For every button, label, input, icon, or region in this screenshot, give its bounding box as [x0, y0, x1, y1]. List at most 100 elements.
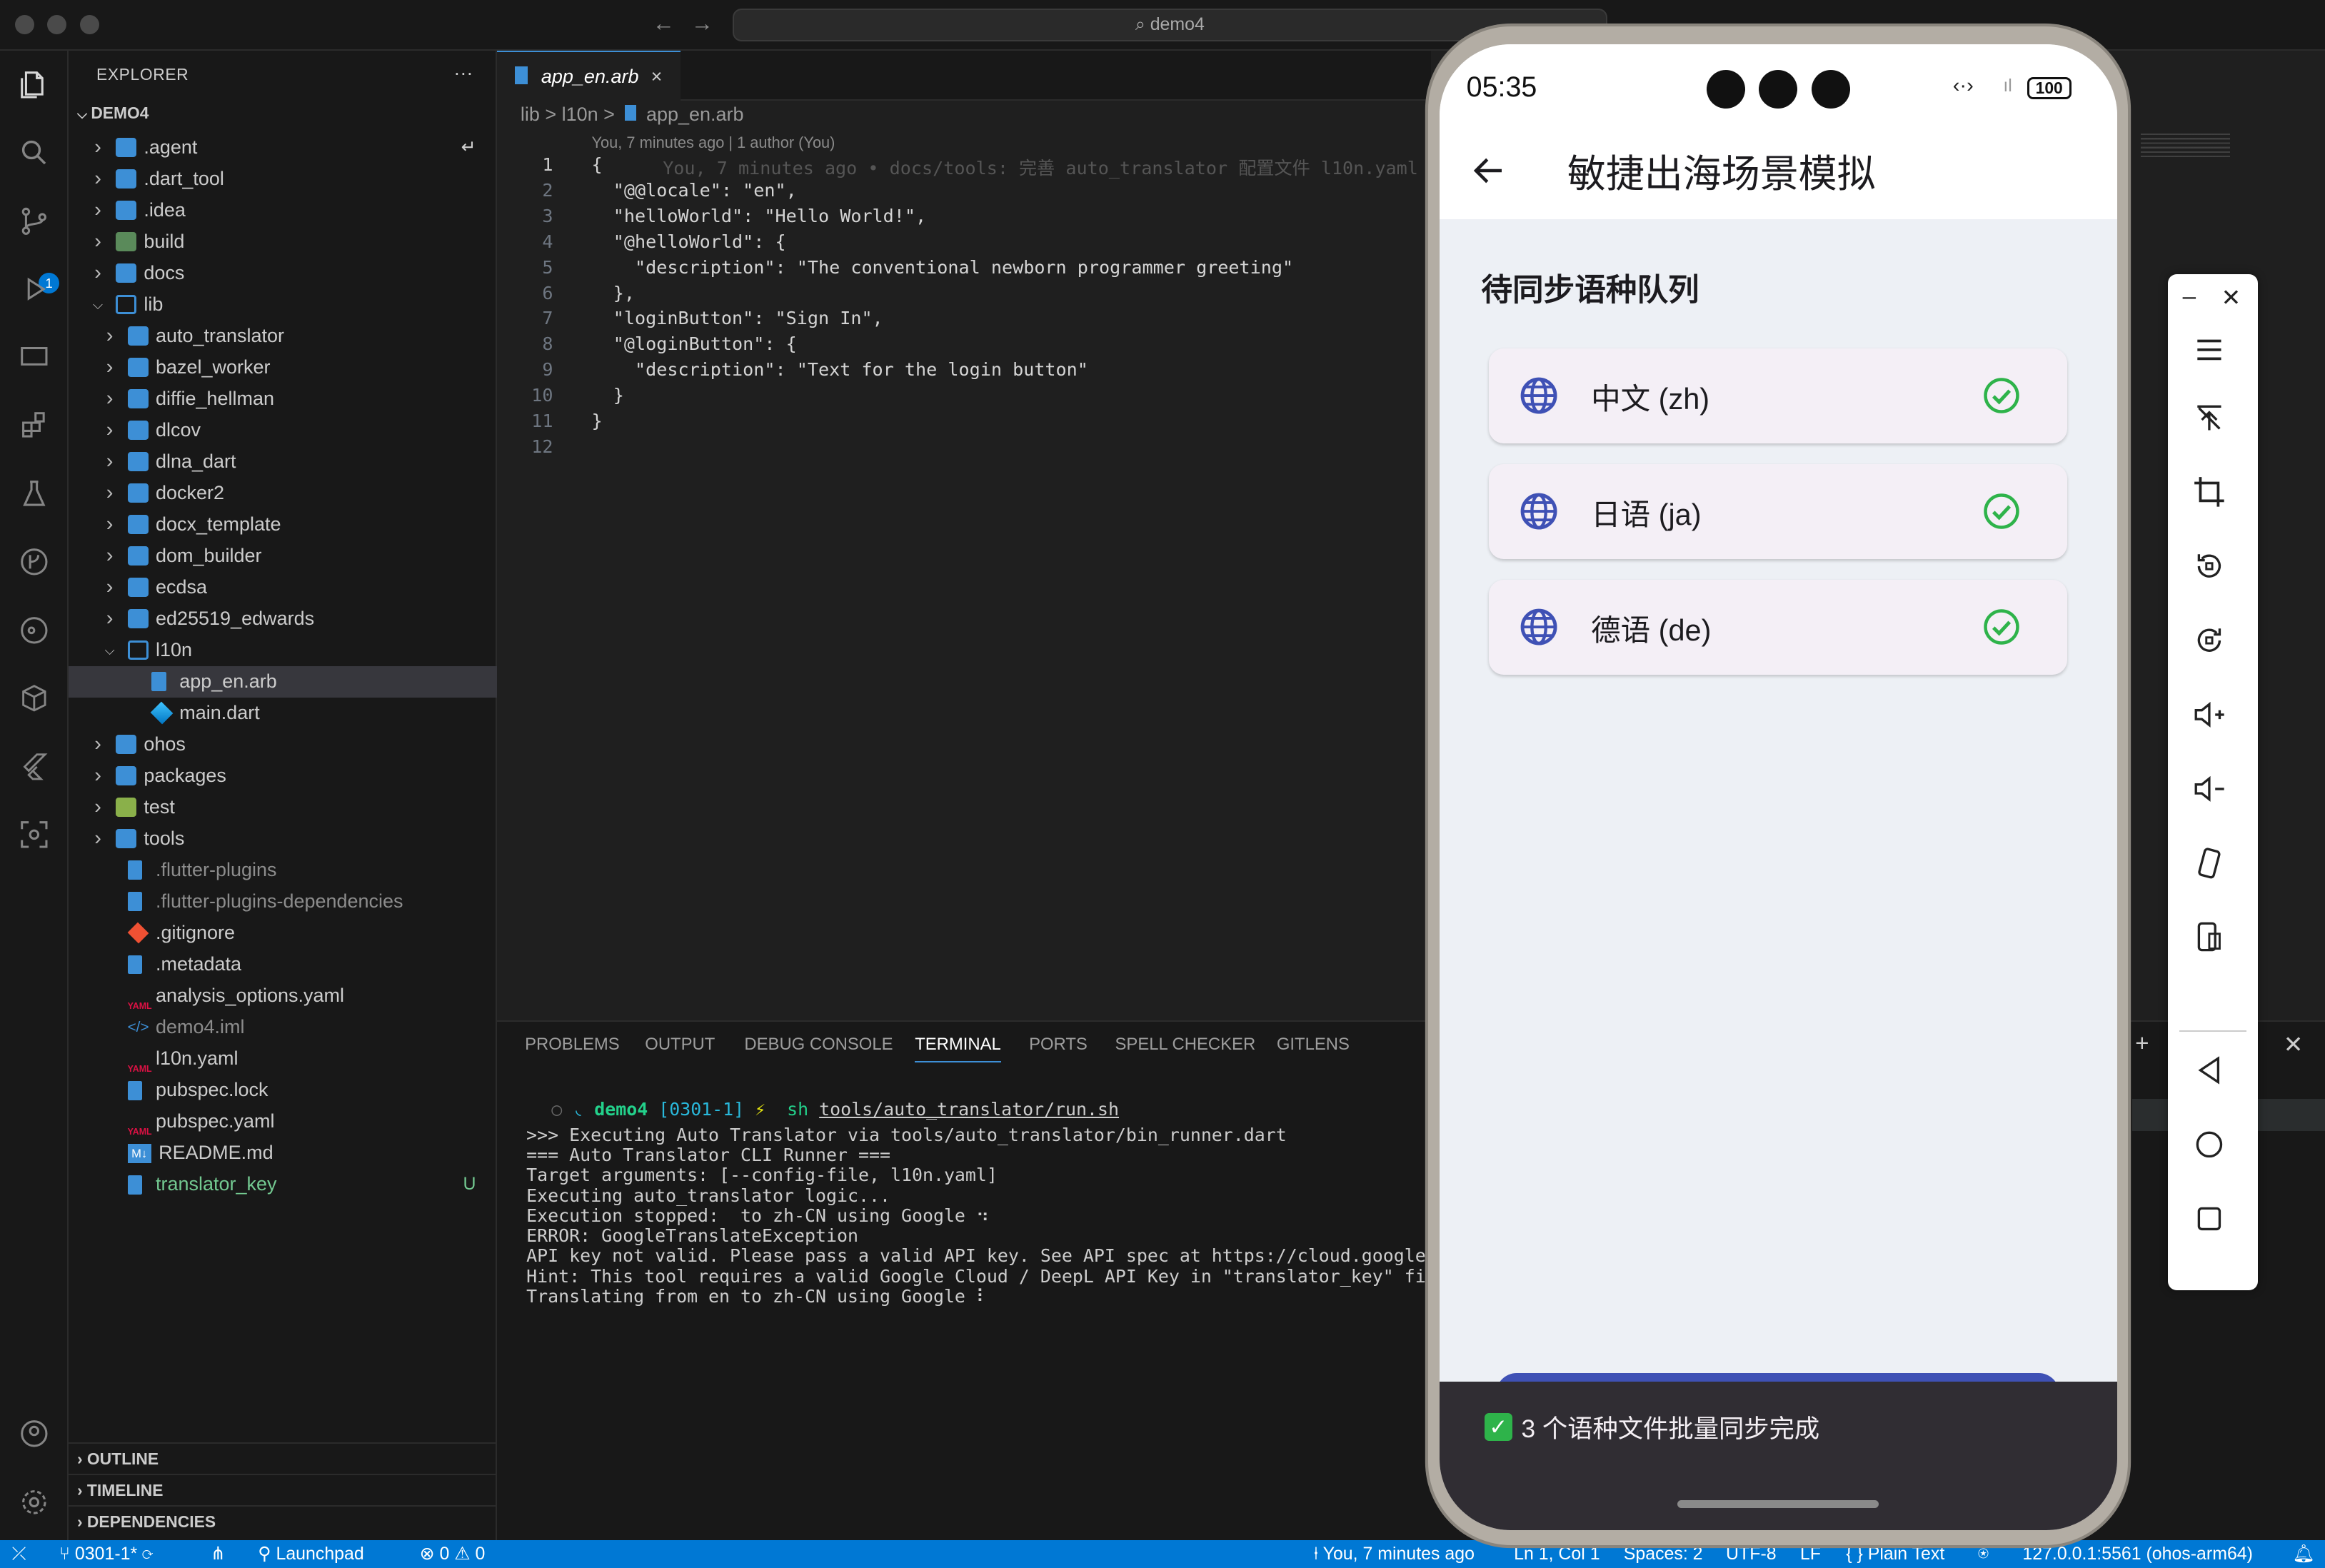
code-line[interactable]: },	[592, 283, 635, 308]
tree-item-docker2[interactable]: › docker2	[69, 478, 497, 509]
chevron-right-icon[interactable]: ›	[101, 509, 119, 541]
menu-icon[interactable]	[2191, 332, 2227, 368]
chevron-right-icon[interactable]: ›	[101, 572, 119, 603]
code-line[interactable]: "@helloWorld": {	[592, 231, 786, 257]
tree-item-app-en-arb[interactable]: app_en.arb	[68, 666, 497, 698]
close-panel-icon[interactable]: ✕	[2284, 1030, 2304, 1059]
notifications-bell-icon[interactable]: 🔔︎	[2292, 1540, 2315, 1568]
chevron-right-icon[interactable]: ›	[89, 164, 107, 195]
panel-tab-gitlens[interactable]: GITLENS	[1277, 1035, 1350, 1055]
code-line[interactable]: "description": "The conventional newborn…	[592, 257, 1293, 283]
chevron-right-icon[interactable]: ›	[101, 352, 119, 383]
chevron-down-icon[interactable]: ⌵	[101, 635, 119, 666]
tree-item-idea[interactable]: › .idea	[69, 195, 497, 226]
explorer-files-icon[interactable]	[18, 69, 51, 101]
tree-item-ohos[interactable]: › ohos	[69, 729, 497, 760]
chevron-right-icon[interactable]: ›	[101, 321, 119, 352]
tree-item-dlcov[interactable]: › dlcov	[69, 415, 497, 446]
timeline-section[interactable]: › TIMELINE	[68, 1474, 497, 1505]
chevron-right-icon[interactable]: ›	[101, 383, 119, 415]
new-terminal-plus-icon[interactable]: +	[2135, 1030, 2149, 1057]
code-line[interactable]: "loginButton": "Sign In",	[592, 308, 883, 333]
forward-arrow-icon[interactable]: →	[691, 11, 713, 36]
git-branch[interactable]: ⑂ 0301-1* ⟳	[59, 1540, 153, 1568]
panel-tab-terminal[interactable]: TERMINAL	[915, 1035, 1001, 1062]
volume-up-icon[interactable]	[2191, 697, 2227, 733]
tree-item-demo4-iml[interactable]: </> demo4.iml	[69, 1012, 497, 1043]
rotate-right-icon[interactable]	[2191, 623, 2227, 658]
nav-home-icon[interactable]	[2191, 1127, 2227, 1162]
run-debug-icon[interactable]	[18, 273, 51, 306]
pin-top-icon[interactable]	[2191, 401, 2227, 436]
device-selector[interactable]: 127.0.0.1:5561 (ohos-arm64)	[2022, 1540, 2253, 1568]
tree-item-build[interactable]: › build	[69, 226, 497, 258]
minimize-window-button[interactable]	[47, 14, 67, 34]
code-line[interactable]: "description": "Text for the login butto…	[592, 359, 1088, 385]
tree-item-ecdsa[interactable]: › ecdsa	[69, 572, 497, 603]
tree-item-diffie-hellman[interactable]: › diffie_hellman	[69, 383, 497, 415]
chevron-right-icon[interactable]: ›	[89, 729, 107, 760]
tree-item-test[interactable]: › test	[69, 792, 497, 823]
gitlens-icon[interactable]	[18, 614, 51, 647]
breadcrumb-l10n[interactable]: l10n	[562, 104, 598, 125]
tree-item-pubspec-yaml[interactable]: YAML pubspec.yaml	[69, 1106, 497, 1137]
chevron-right-icon[interactable]: ›	[89, 258, 107, 289]
chevron-right-icon[interactable]: ›	[101, 415, 119, 446]
search-icon[interactable]	[18, 136, 51, 169]
tree-item-bazel-worker[interactable]: › bazel_worker	[69, 352, 497, 383]
tree-item-l10n-yaml[interactable]: YAML l10n.yaml	[69, 1043, 497, 1075]
back-arrow-icon[interactable]	[1470, 151, 1508, 190]
breadcrumb-file[interactable]: app_en.arb	[646, 104, 744, 125]
tree-item-readme-md[interactable]: M↓ README.md	[69, 1137, 497, 1169]
code-line[interactable]: {	[592, 154, 603, 180]
account-icon[interactable]	[18, 1417, 51, 1450]
dependencies-section[interactable]: › DEPENDENCIES	[68, 1504, 497, 1537]
settings-gear-icon[interactable]	[18, 1486, 51, 1519]
code-line[interactable]: "@loginButton": {	[592, 333, 797, 359]
minimize-icon[interactable]: –	[2183, 283, 2196, 311]
code-line[interactable]: }	[592, 385, 624, 411]
chevron-right-icon[interactable]: ›	[89, 226, 107, 258]
chevron-right-icon[interactable]: ›	[89, 195, 107, 226]
breadcrumb-lib[interactable]: lib	[521, 104, 540, 125]
tree-item-dom-builder[interactable]: › dom_builder	[69, 541, 497, 572]
device-settings-icon[interactable]	[2191, 919, 2227, 955]
chevron-right-icon[interactable]: ›	[89, 792, 107, 823]
chevron-right-icon[interactable]: ›	[89, 823, 107, 855]
remote-icon[interactable]: ⤫	[12, 1540, 26, 1568]
shake-device-icon[interactable]	[2191, 845, 2227, 881]
back-arrow-icon[interactable]: ←	[653, 11, 675, 36]
tree-item-dart-tool[interactable]: › .dart_tool	[69, 164, 497, 195]
zoom-window-button[interactable]	[80, 14, 100, 34]
workspace-root[interactable]: ⌵ DEMO4	[77, 104, 149, 123]
explorer-more-button[interactable]: ···	[453, 62, 473, 84]
tree-item-packages[interactable]: › packages	[69, 760, 497, 792]
tree-item-ed25519-edwards[interactable]: › ed25519_edwards	[69, 603, 497, 635]
tree-item-docx-template[interactable]: › docx_template	[69, 509, 497, 541]
chevron-right-icon[interactable]: ›	[89, 132, 107, 164]
code-line[interactable]: }	[592, 411, 603, 436]
scan-inspect-icon[interactable]	[18, 818, 51, 851]
tree-item-translator-key[interactable]: translator_key U	[69, 1169, 497, 1200]
git-graph-status-icon[interactable]: ⋔	[211, 1540, 226, 1568]
tab-app-en-arb[interactable]: app_en.arb ×	[496, 50, 681, 101]
panel-tab-problems[interactable]: PROBLEMS	[525, 1035, 620, 1055]
tree-item-main-dart[interactable]: main.dart	[69, 698, 497, 729]
tree-item-gitignore[interactable]: .gitignore	[69, 918, 497, 949]
git-graph-icon[interactable]	[18, 546, 51, 578]
nav-recents-icon[interactable]	[2191, 1201, 2227, 1237]
close-tab-icon[interactable]: ×	[651, 52, 663, 101]
panel-tab-debug-console[interactable]: DEBUG CONSOLE	[744, 1035, 893, 1055]
tree-item-agent[interactable]: › .agent ↵	[69, 132, 497, 164]
chevron-right-icon[interactable]: ›	[89, 760, 107, 792]
tree-item-pubspec-lock[interactable]: pubspec.lock	[69, 1075, 497, 1106]
outline-section[interactable]: › OUTLINE	[68, 1442, 497, 1474]
chevron-down-icon[interactable]: ⌵	[89, 289, 107, 321]
source-control-icon[interactable]	[18, 205, 51, 238]
panel-tab-spell-checker[interactable]: SPELL CHECKER	[1115, 1035, 1256, 1055]
language-card[interactable]: 日语 (ja)	[1488, 463, 2067, 559]
chevron-right-icon[interactable]: ›	[101, 541, 119, 572]
remote-explorer-icon[interactable]	[18, 341, 51, 374]
close-window-button[interactable]	[14, 14, 34, 34]
tree-item-metadata[interactable]: .metadata	[69, 949, 497, 980]
